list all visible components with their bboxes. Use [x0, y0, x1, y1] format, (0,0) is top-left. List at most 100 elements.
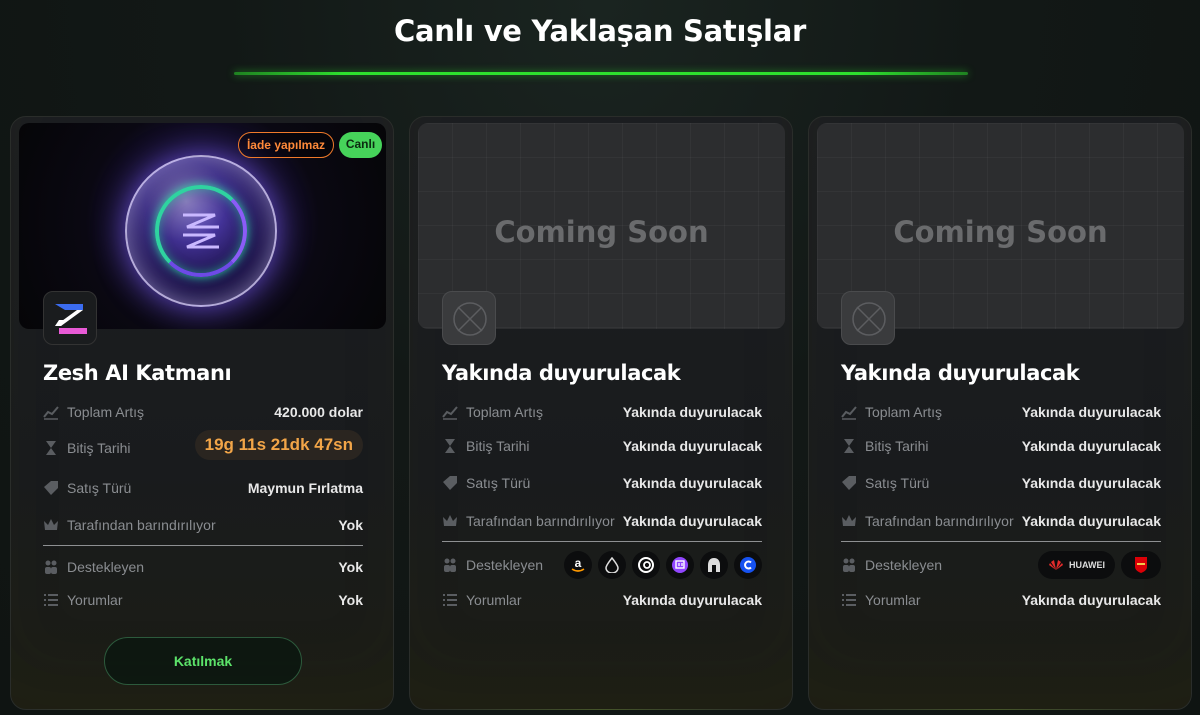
placeholder-image-icon: [852, 302, 886, 336]
people-icon: [444, 558, 456, 572]
project-logo: [43, 291, 97, 345]
huawei-text: HUAWEI: [1069, 560, 1105, 570]
end-date-row: Bitiş Tarihi 19g 11s 21dk 47sn: [43, 430, 363, 460]
chart-icon: [841, 406, 857, 420]
crown-icon: [44, 519, 58, 530]
row-value: 420.000 dolar: [274, 404, 363, 420]
row-label: Bitiş Tarihi: [865, 438, 929, 454]
row-label: Destekleyen: [466, 557, 544, 573]
spartan-helmet-icon[interactable]: [700, 551, 728, 579]
project-name: Yakında duyurulacak: [841, 361, 1080, 385]
list-icon: [443, 594, 457, 606]
row-label: Bitiş Tarihi: [466, 438, 530, 454]
reviews-row: Yorumlar Yakında duyurulacak: [841, 588, 1161, 612]
sale-card-coming-soon-2[interactable]: Coming Soon Yakında duyurulacak Toplam A…: [808, 116, 1192, 710]
row-label: Toplam Artış: [466, 404, 544, 420]
row-value: Yok: [338, 517, 363, 533]
backer-logos: a: [564, 551, 762, 579]
total-raise-row: Toplam Artış Yakında duyurulacak: [442, 400, 762, 424]
row-label: Satış Türü: [67, 480, 132, 496]
amazon-icon[interactable]: a: [564, 551, 592, 579]
row-value: Yok: [338, 559, 363, 575]
divider: [442, 541, 762, 542]
no-refund-badge: İade yapılmaz: [238, 132, 334, 158]
crown-icon: [842, 515, 856, 526]
row-label: Satış Türü: [865, 475, 930, 491]
row-value: Yakında duyurulacak: [1021, 475, 1161, 491]
row-value: Yakında duyurulacak: [1021, 513, 1161, 529]
sale-type-row: Satış Türü Yakında duyurulacak: [442, 471, 762, 495]
huawei-logo[interactable]: HUAWEI: [1038, 551, 1115, 579]
coinbase-icon[interactable]: [734, 551, 762, 579]
zesh-logo-icon: [55, 304, 87, 334]
sale-type-row: Satış Türü Yakında duyurulacak: [841, 471, 1161, 495]
row-value: Yakında duyurulacak: [1021, 592, 1161, 608]
sale-type-row: Satış Türü Maymun Fırlatma: [43, 476, 363, 500]
join-button[interactable]: Katılmak: [104, 637, 302, 685]
row-label: Yorumlar: [466, 592, 522, 608]
sale-card-zesh[interactable]: İade yapılmaz Canlı Zesh AI Katmanı Topl…: [10, 116, 394, 710]
row-label: Tarafından barındırılıyor: [466, 513, 615, 529]
list-icon: [44, 594, 58, 606]
row-label: Toplam Artış: [865, 404, 943, 420]
page-title: Canlı ve Yaklaşan Satışlar: [394, 14, 806, 48]
total-raise-row: Toplam Artış 420.000 dolar: [43, 400, 363, 424]
chart-icon: [442, 406, 458, 420]
row-value: Maymun Fırlatma: [247, 480, 363, 496]
project-name: Zesh AI Katmanı: [43, 361, 232, 385]
row-value: Yakında duyurulacak: [622, 475, 762, 491]
tag-icon: [443, 476, 457, 490]
twitch-icon[interactable]: [666, 551, 694, 579]
row-label: Tarafından barındırılıyor: [67, 517, 216, 533]
tag-icon: [44, 481, 58, 495]
chart-icon: [43, 406, 59, 420]
row-label: Yorumlar: [865, 592, 921, 608]
ubisoft-icon[interactable]: [632, 551, 660, 579]
row-value: Yakında duyurulacak: [622, 592, 762, 608]
tag-icon: [842, 476, 856, 490]
project-name: Yakında duyurulacak: [442, 361, 681, 385]
row-value: Yakında duyurulacak: [1021, 404, 1161, 420]
countdown-timer: 19g 11s 21dk 47sn: [194, 430, 363, 460]
row-value: Yakında duyurulacak: [1021, 438, 1161, 454]
list-icon: [842, 594, 856, 606]
arsenal-crest-icon[interactable]: [1121, 551, 1161, 579]
coming-soon-text: Coming Soon: [494, 215, 709, 249]
svg-text:a: a: [575, 556, 582, 570]
row-label: Satış Türü: [466, 475, 531, 491]
backers-row: Destekleyen Yok: [43, 555, 363, 579]
row-label: Destekleyen: [865, 557, 943, 573]
row-label: Toplam Artış: [67, 404, 145, 420]
placeholder-image-icon: [453, 302, 487, 336]
liquid-drop-icon[interactable]: [598, 551, 626, 579]
title-underline: [234, 72, 968, 75]
row-value: Yok: [338, 592, 363, 608]
huawei-petals-icon: [1049, 560, 1063, 570]
placeholder-logo: [841, 291, 895, 345]
divider: [43, 545, 363, 546]
live-badge: Canlı: [339, 132, 382, 158]
backer-logos: HUAWEI: [1038, 551, 1161, 579]
hosted-by-row: Tarafından barındırılıyor Yakında duyuru…: [841, 509, 1161, 533]
zz-glyph-graphic: [183, 213, 219, 249]
hourglass-icon: [46, 441, 56, 455]
backers-row: Destekleyen a: [442, 551, 762, 579]
crown-icon: [443, 515, 457, 526]
hourglass-icon: [445, 439, 455, 453]
row-label: Bitiş Tarihi: [67, 440, 131, 456]
hourglass-icon: [844, 439, 854, 453]
total-raise-row: Toplam Artış Yakında duyurulacak: [841, 400, 1161, 424]
backers-row: Destekleyen HUAWEI: [841, 551, 1161, 579]
reviews-row: Yorumlar Yok: [43, 588, 363, 612]
placeholder-logo: [442, 291, 496, 345]
end-date-row: Bitiş Tarihi Yakında duyurulacak: [442, 434, 762, 458]
end-date-row: Bitiş Tarihi Yakında duyurulacak: [841, 434, 1161, 458]
row-label: Destekleyen: [67, 559, 145, 575]
row-value: Yakında duyurulacak: [622, 404, 762, 420]
people-icon: [45, 560, 57, 574]
divider: [841, 541, 1161, 542]
sale-card-coming-soon-1[interactable]: Coming Soon Yakında duyurulacak Toplam A…: [409, 116, 793, 710]
row-value: Yakında duyurulacak: [622, 438, 762, 454]
row-label: Tarafından barındırılıyor: [865, 513, 1014, 529]
people-icon: [843, 558, 855, 572]
